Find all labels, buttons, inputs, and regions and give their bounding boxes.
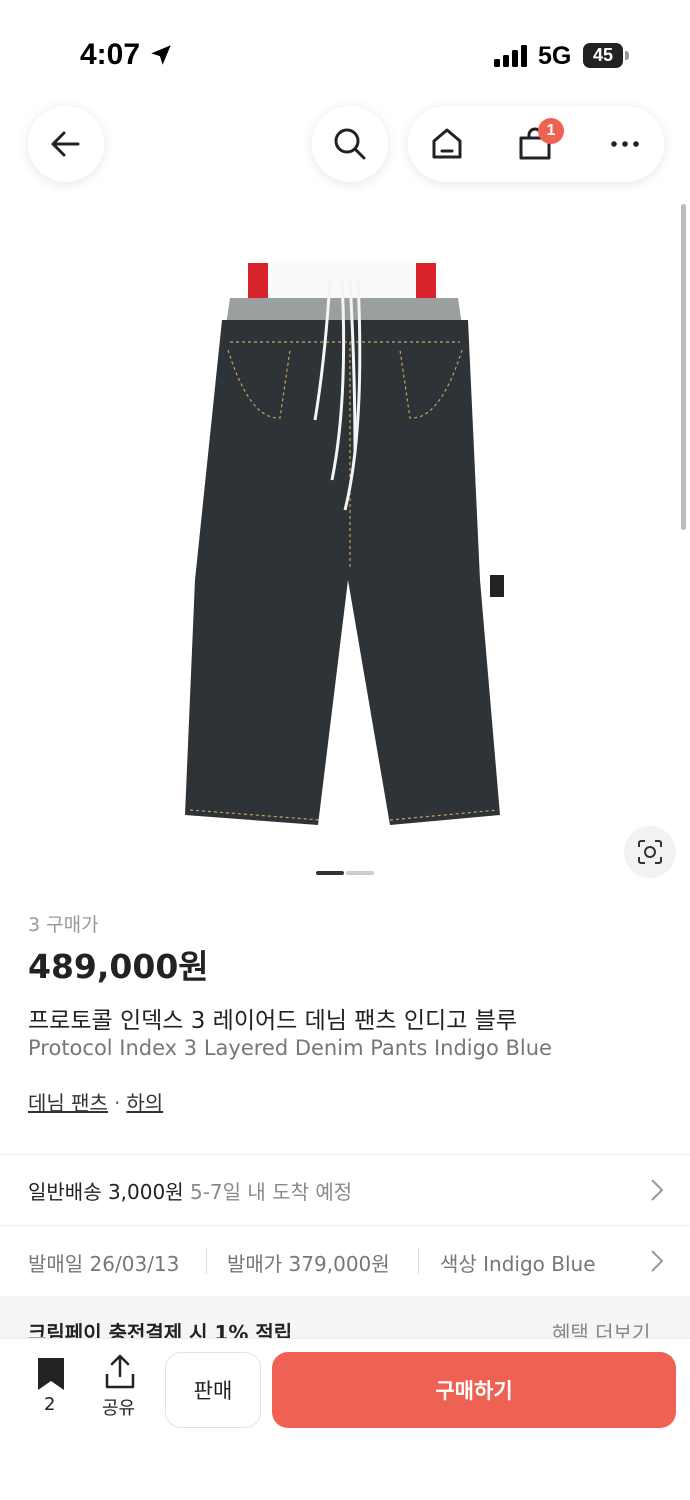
battery-level: 45: [583, 43, 623, 68]
home-button[interactable]: [412, 106, 482, 182]
category-link-denim-pants[interactable]: 데님 팬츠: [28, 1091, 108, 1115]
search-button[interactable]: [312, 106, 388, 182]
status-bar: 4:07 5G 45: [0, 0, 690, 100]
more-button[interactable]: [590, 106, 660, 182]
category-link-bottoms[interactable]: 하의: [126, 1091, 163, 1115]
color-info: 색상 Indigo Blue: [440, 1252, 596, 1276]
signal-icon: [494, 45, 527, 67]
network-type: 5G: [538, 42, 572, 70]
status-time: 4:07: [80, 38, 141, 71]
pagination-dot-active[interactable]: [316, 871, 344, 875]
lens-scan-icon: [638, 840, 662, 864]
product-name-en: Protocol Index 3 Layered Denim Pants Ind…: [28, 1036, 552, 1060]
price-label: 3 구매가: [28, 914, 99, 936]
nav-action-group: [408, 106, 664, 182]
shipping-row[interactable]: 일반배송 3,000원 5-7일 내 도착 예정: [28, 1176, 352, 1205]
chevron-right-icon[interactable]: [650, 1249, 664, 1273]
divider: [0, 1154, 690, 1155]
gallery-pagination: [316, 871, 376, 875]
share-label: 공유: [102, 1398, 136, 1419]
chevron-right-icon[interactable]: [650, 1178, 664, 1202]
bookmark-count: 2: [44, 1394, 56, 1415]
cart-button[interactable]: [500, 106, 570, 182]
category-separator: ·: [113, 1091, 121, 1115]
page-scrollbar[interactable]: [681, 204, 686, 530]
pagination-dot[interactable]: [346, 871, 374, 875]
buy-button[interactable]: 구매하기: [272, 1352, 676, 1428]
back-button[interactable]: [28, 106, 104, 182]
divider: [0, 1225, 690, 1226]
cart-count-badge: 1: [538, 118, 564, 144]
release-date: 발매일 26/03/13: [28, 1252, 180, 1276]
meta-separator: [418, 1248, 419, 1274]
meta-separator: [206, 1248, 207, 1274]
shipping-eta: 5-7일 내 도착 예정: [189, 1180, 353, 1204]
sell-button[interactable]: 판매: [165, 1352, 261, 1428]
home-icon: [432, 128, 462, 159]
shipping-method: 일반배송 3,000원: [28, 1180, 184, 1204]
product-image[interactable]: [150, 250, 550, 840]
search-icon: [334, 128, 366, 160]
product-name-ko: 프로토콜 인덱스 3 레이어드 데님 팬츠 인디고 블루: [28, 1008, 518, 1034]
image-search-button[interactable]: [624, 826, 676, 878]
retail-price: 발매가 379,000원: [227, 1252, 390, 1276]
location-arrow-icon: [151, 45, 171, 65]
arrow-left-icon: [51, 131, 80, 157]
battery-icon: 45: [583, 43, 629, 68]
product-price: 489,000원: [28, 947, 209, 986]
category-breadcrumb: 데님 팬츠 · 하의: [28, 1087, 163, 1116]
share-icon[interactable]: [103, 1354, 137, 1390]
bookmark-icon[interactable]: [36, 1356, 66, 1392]
more-icon: [611, 141, 639, 147]
